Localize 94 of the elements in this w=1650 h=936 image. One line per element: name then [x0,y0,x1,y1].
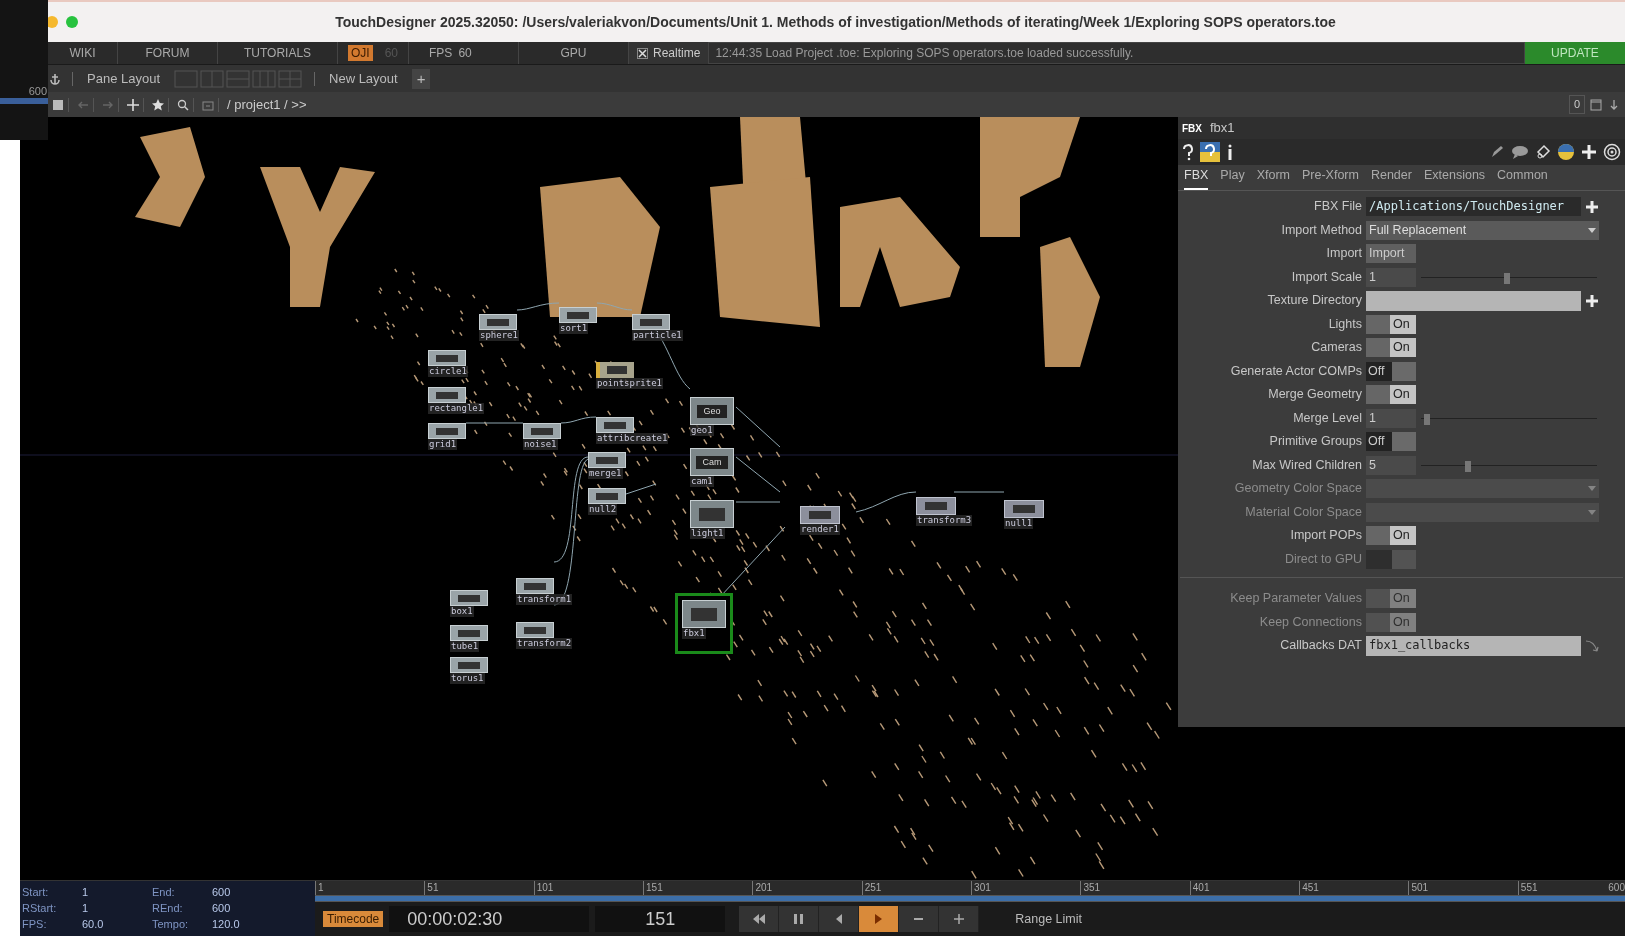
parameter-tab[interactable]: Common [1497,166,1548,190]
parameter-tab[interactable]: Pre-Xform [1302,166,1359,190]
node-type-label: Geo [697,404,727,418]
timeline-ruler[interactable]: 1 51 101 151 201 251 301 351 401 451 501 551 600 [315,881,1625,895]
operator-name[interactable]: fbx1 [1210,118,1235,138]
number-field[interactable]: 5 [1366,455,1416,475]
parameter-label: Callbacks DAT [1279,637,1363,655]
node-label: fbx1 [682,628,706,639]
node-label: pointsprite1 [596,378,664,389]
parameter-tab[interactable]: FBX [1184,166,1209,190]
operator-type: FBX [1182,121,1202,136]
node-tile[interactable]: Cam [690,448,734,476]
parameter-tab[interactable]: Render [1370,166,1412,190]
pane-index: 0 [1568,95,1585,114]
node-label: transform3 [916,515,973,526]
text-field[interactable]: fbx1_callbacks [1366,635,1581,656]
perform-mode-button[interactable]: OJI [348,45,373,61]
timeline-value: 1 [82,901,90,916]
node-label: rectangle1 [428,403,485,414]
node-label: light1 [690,528,725,539]
realtime-label: Realtime [653,45,701,62]
timecode-display: 00:00:02:30 [389,906,590,932]
node-label: transform1 [516,594,573,605]
parameter-label: Primitive Groups [1268,433,1363,451]
file-path-field[interactable]: /Applications/TouchDesigner [1366,197,1581,217]
parameter-label: Max Wired Children [1251,456,1363,474]
parameter-label: Lights [1327,315,1363,333]
node-label: null2 [588,504,618,515]
pulse-button[interactable]: Import [1366,244,1416,264]
side-value: 600 [27,84,48,98]
fps-value: 60 [458,45,472,62]
timeline-value: 1 [82,885,90,900]
parameter-label: Cameras [1310,339,1363,357]
pane-layout-button[interactable]: Pane Layout [83,68,164,89]
parameter-label: Geometry Color Space [1233,480,1363,498]
menu-item[interactable]: TUTORIALS [218,42,338,64]
parameter-label: Direct to GPU [1283,550,1363,568]
node-label: geo1 [690,425,714,436]
timeline-label: Tempo: [152,917,190,932]
node-tile[interactable]: Geo [690,397,734,425]
parameter-label: FBX File [1313,198,1363,216]
node-label: cam1 [690,476,714,487]
parameter-label: Merge Level [1292,409,1363,427]
parameter-label: Keep Parameter Values [1229,590,1363,608]
node-label: torus1 [450,673,485,684]
parameter-label: Import POPs [1289,527,1363,545]
parameter-label: Keep Connections [1258,613,1363,631]
parameter-label: Merge Geometry [1267,386,1363,404]
number-field[interactable]: 1 [1366,267,1416,287]
parameter-label: Import Method [1280,221,1363,239]
network-path[interactable]: / project1 / >> [227,94,307,115]
dropdown-menu[interactable]: Full Replacement [1366,220,1599,240]
timeline-label: End: [152,885,176,900]
tick-label: 600 [1608,881,1625,895]
timeline-label: FPS: [22,917,48,932]
node-label: render1 [800,524,840,535]
frame-display[interactable]: 151 [595,906,726,932]
range-limit-button[interactable]: Range Limit [1015,909,1082,929]
node-type-label: Cam [696,455,728,469]
timecode-button[interactable]: Timecode [323,911,384,927]
timeline-label: RStart: [22,901,58,916]
node-label: merge1 [588,468,623,479]
parameter-tab[interactable]: Play [1220,166,1245,190]
timeline-value: 60.0 [82,917,105,932]
parameter-label: Texture Directory [1266,292,1363,310]
node-label: null1 [1004,518,1034,529]
parameter-label: Import Scale [1290,268,1363,286]
node-label: attribcreate1 [596,433,669,444]
node-label: box1 [450,606,474,617]
timeline-value: 120.0 [212,917,241,932]
parameter-label: Import [1325,245,1363,263]
new-layout-button[interactable]: New Layout [325,68,402,89]
fps-label: FPS [429,45,453,62]
timeline-value: 600 [212,901,232,916]
add-layout-button[interactable]: + [411,68,431,89]
number-field[interactable]: 1 [1366,408,1416,428]
node-label: noise1 [523,439,558,450]
timeline-label: Start: [22,885,50,900]
menu-item[interactable]: FORUM [118,42,218,64]
node-label: sphere1 [479,330,519,341]
node-label: particle1 [632,330,683,341]
node-label: tube1 [450,641,480,652]
node-label: circle1 [428,366,468,377]
window-title: TouchDesigner 2025.32050: /Users/valeriakvon/Documents/Unit 1. Methods of investigation/Methods of iterating/Week 1/Exploring SOPS operators.toe [335,12,1336,32]
status-message: 12:44:35 Load Project .toe: Exploring SOPS operators.toe loaded successfully. [708,42,1525,64]
node-label: grid1 [428,439,458,450]
node-label: sort1 [559,323,589,334]
timeline-value: 600 [212,885,232,900]
parameter-tab[interactable]: Extensions [1423,166,1486,190]
node-label: transform2 [516,638,573,649]
parameter-label: Generate Actor COMPs [1229,362,1363,380]
parameter-tab[interactable]: Xform [1256,166,1290,190]
timeline-label: REnd: [152,901,184,916]
parameter-label: Material Color Space [1244,503,1363,521]
